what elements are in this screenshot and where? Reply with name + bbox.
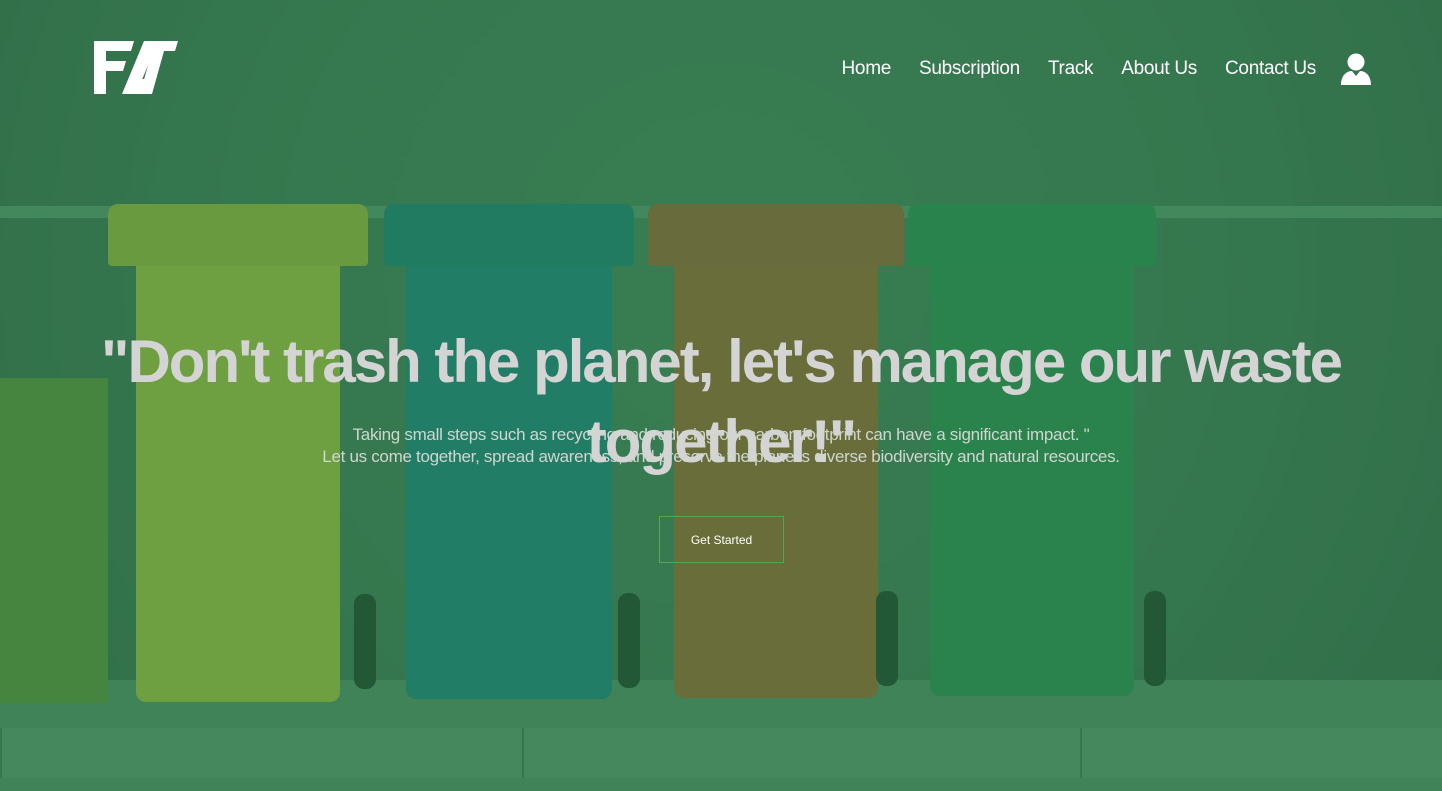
nav-subscription-link[interactable]: Subscription — [919, 52, 1020, 86]
get-started-button[interactable]: Get Started — [659, 516, 784, 563]
main-nav: Home Subscription Track About Us Contact… — [814, 52, 1373, 86]
nav-home-link[interactable]: Home — [842, 52, 892, 86]
brand-logo[interactable] — [94, 41, 178, 94]
hero-subtext: Taking small steps such as recycling and… — [0, 424, 1442, 468]
nav-contact-us-link[interactable]: Contact Us — [1225, 52, 1316, 86]
user-icon[interactable] — [1340, 52, 1372, 86]
hero-subtext-line-2: Let us come together, spread awareness, … — [322, 447, 1120, 466]
nav-track-link[interactable]: Track — [1048, 52, 1094, 86]
nav-about-us-link[interactable]: About Us — [1121, 52, 1197, 86]
hero-subtext-line-1: Taking small steps such as recycling and… — [352, 425, 1090, 444]
